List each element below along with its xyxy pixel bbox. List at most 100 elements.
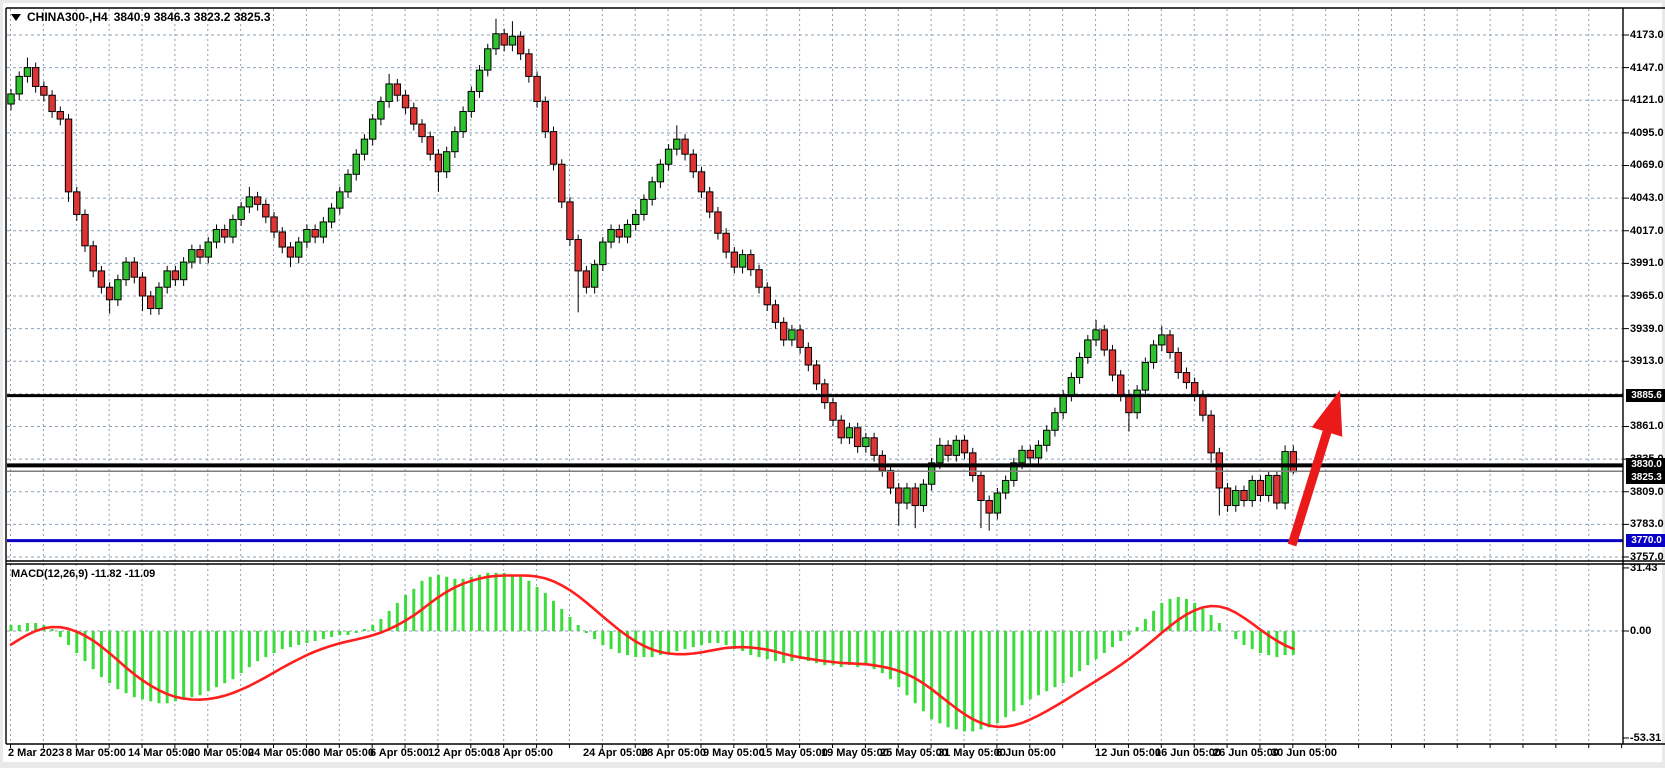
candle-body xyxy=(707,192,713,212)
candle-body xyxy=(476,70,482,91)
time-axis-label: 6 Jun 05:00 xyxy=(996,747,1056,759)
candle-body xyxy=(1076,357,1082,377)
candle-body xyxy=(575,240,581,271)
candle-body xyxy=(82,214,88,245)
candle-body xyxy=(304,229,310,242)
candle-body xyxy=(106,287,112,300)
candle-body xyxy=(378,102,384,120)
candle-body xyxy=(904,488,910,503)
price-axis-tick: 3783.0 xyxy=(1630,518,1664,530)
candle-body xyxy=(287,247,293,257)
candle-body xyxy=(361,139,367,154)
candle-body xyxy=(49,95,55,111)
candle-body xyxy=(896,488,902,503)
candle-body xyxy=(131,262,137,277)
candle-body xyxy=(887,470,893,488)
candle-body xyxy=(222,229,228,237)
price-tag: 3825.3 xyxy=(1626,471,1665,484)
candle-body xyxy=(665,149,671,164)
candle-body xyxy=(1224,488,1230,506)
candle-body xyxy=(854,428,860,447)
candle-body xyxy=(986,501,992,514)
price-tag: 3830.0 xyxy=(1626,458,1665,471)
chart-window: CHINA300-,H4 3840.9 3846.3 3823.2 3825.3… xyxy=(3,3,1662,762)
candle-body xyxy=(493,34,499,49)
candle-body xyxy=(723,233,729,252)
price-axis-tick: 3965.0 xyxy=(1630,290,1664,302)
price-axis-tick: 3913.0 xyxy=(1630,355,1664,367)
candle-body xyxy=(937,445,943,463)
candle-body xyxy=(296,242,302,257)
candle-body xyxy=(616,229,622,237)
candle-body xyxy=(715,212,721,233)
candle-body xyxy=(197,250,203,258)
candle-body xyxy=(772,305,778,323)
candle-body xyxy=(279,232,285,247)
candle-body xyxy=(1282,452,1288,503)
candle-body xyxy=(411,108,417,124)
candle-body xyxy=(1257,480,1263,495)
candle-body xyxy=(994,493,1000,513)
candle-body xyxy=(8,94,14,104)
candle-body xyxy=(1126,395,1132,413)
time-axis-label: 15 May 05:00 xyxy=(760,747,828,759)
symbol-dropdown-icon[interactable] xyxy=(11,14,21,21)
candle-body xyxy=(1035,445,1041,458)
candle-body xyxy=(123,262,129,280)
candle-body xyxy=(172,271,178,280)
candle-body xyxy=(460,112,466,132)
candle-body xyxy=(953,440,959,455)
candle-body xyxy=(1249,480,1255,500)
chart-canvas[interactable] xyxy=(3,3,1665,768)
candle-body xyxy=(1118,375,1124,395)
candle-body xyxy=(871,438,877,456)
macd-axis-tick: -53.31 xyxy=(1630,732,1661,744)
candle-body xyxy=(1290,452,1296,472)
candle-body xyxy=(641,199,647,214)
candle-body xyxy=(16,76,22,94)
candle-body xyxy=(608,229,614,242)
candle-body xyxy=(567,202,573,240)
candle-body xyxy=(24,68,30,77)
time-axis-label: 20 Mar 05:00 xyxy=(188,747,254,759)
candlestick-series xyxy=(8,19,1297,531)
candle-body xyxy=(813,365,819,384)
candle-body xyxy=(57,112,63,120)
price-axis-tick: 4173.0 xyxy=(1630,29,1664,41)
candle-body xyxy=(1183,373,1189,383)
candle-body xyxy=(698,172,704,192)
time-axis-label: 24 Apr 05:00 xyxy=(583,747,648,759)
candle-body xyxy=(312,229,318,237)
time-axis[interactable]: 2 Mar 20238 Mar 05:0014 Mar 05:0020 Mar … xyxy=(3,747,1623,765)
time-axis-label: 18 Apr 05:00 xyxy=(488,747,553,759)
price-axis-tick: 3861.0 xyxy=(1630,420,1664,432)
candle-body xyxy=(1216,453,1222,488)
candle-body xyxy=(353,154,359,174)
candle-body xyxy=(920,484,926,505)
candle-body xyxy=(764,287,770,305)
price-axis-tick: 4017.0 xyxy=(1630,225,1664,237)
candle-body xyxy=(213,229,219,242)
candle-body xyxy=(550,132,556,165)
candle-body xyxy=(961,440,967,453)
candle-body xyxy=(427,137,433,155)
candle-body xyxy=(1101,330,1107,350)
time-axis-label: 28 Apr 05:00 xyxy=(641,747,706,759)
candle-body xyxy=(846,428,852,438)
candle-body xyxy=(402,95,408,108)
candle-body xyxy=(633,214,639,224)
candle-body xyxy=(1274,475,1280,503)
candle-body xyxy=(164,271,170,287)
time-axis-label: 2 Mar 2023 xyxy=(8,747,64,759)
candle-body xyxy=(320,222,326,237)
up-arrow-annotation[interactable] xyxy=(1292,390,1342,545)
candle-body xyxy=(485,49,491,70)
candle-body xyxy=(1265,475,1271,495)
candle-body xyxy=(649,182,655,200)
candle-body xyxy=(690,154,696,172)
price-axis-tick: 4121.0 xyxy=(1630,94,1664,106)
candle-body xyxy=(246,197,252,207)
candle-body xyxy=(780,322,786,340)
candle-body xyxy=(674,139,680,149)
candle-body xyxy=(805,347,811,365)
